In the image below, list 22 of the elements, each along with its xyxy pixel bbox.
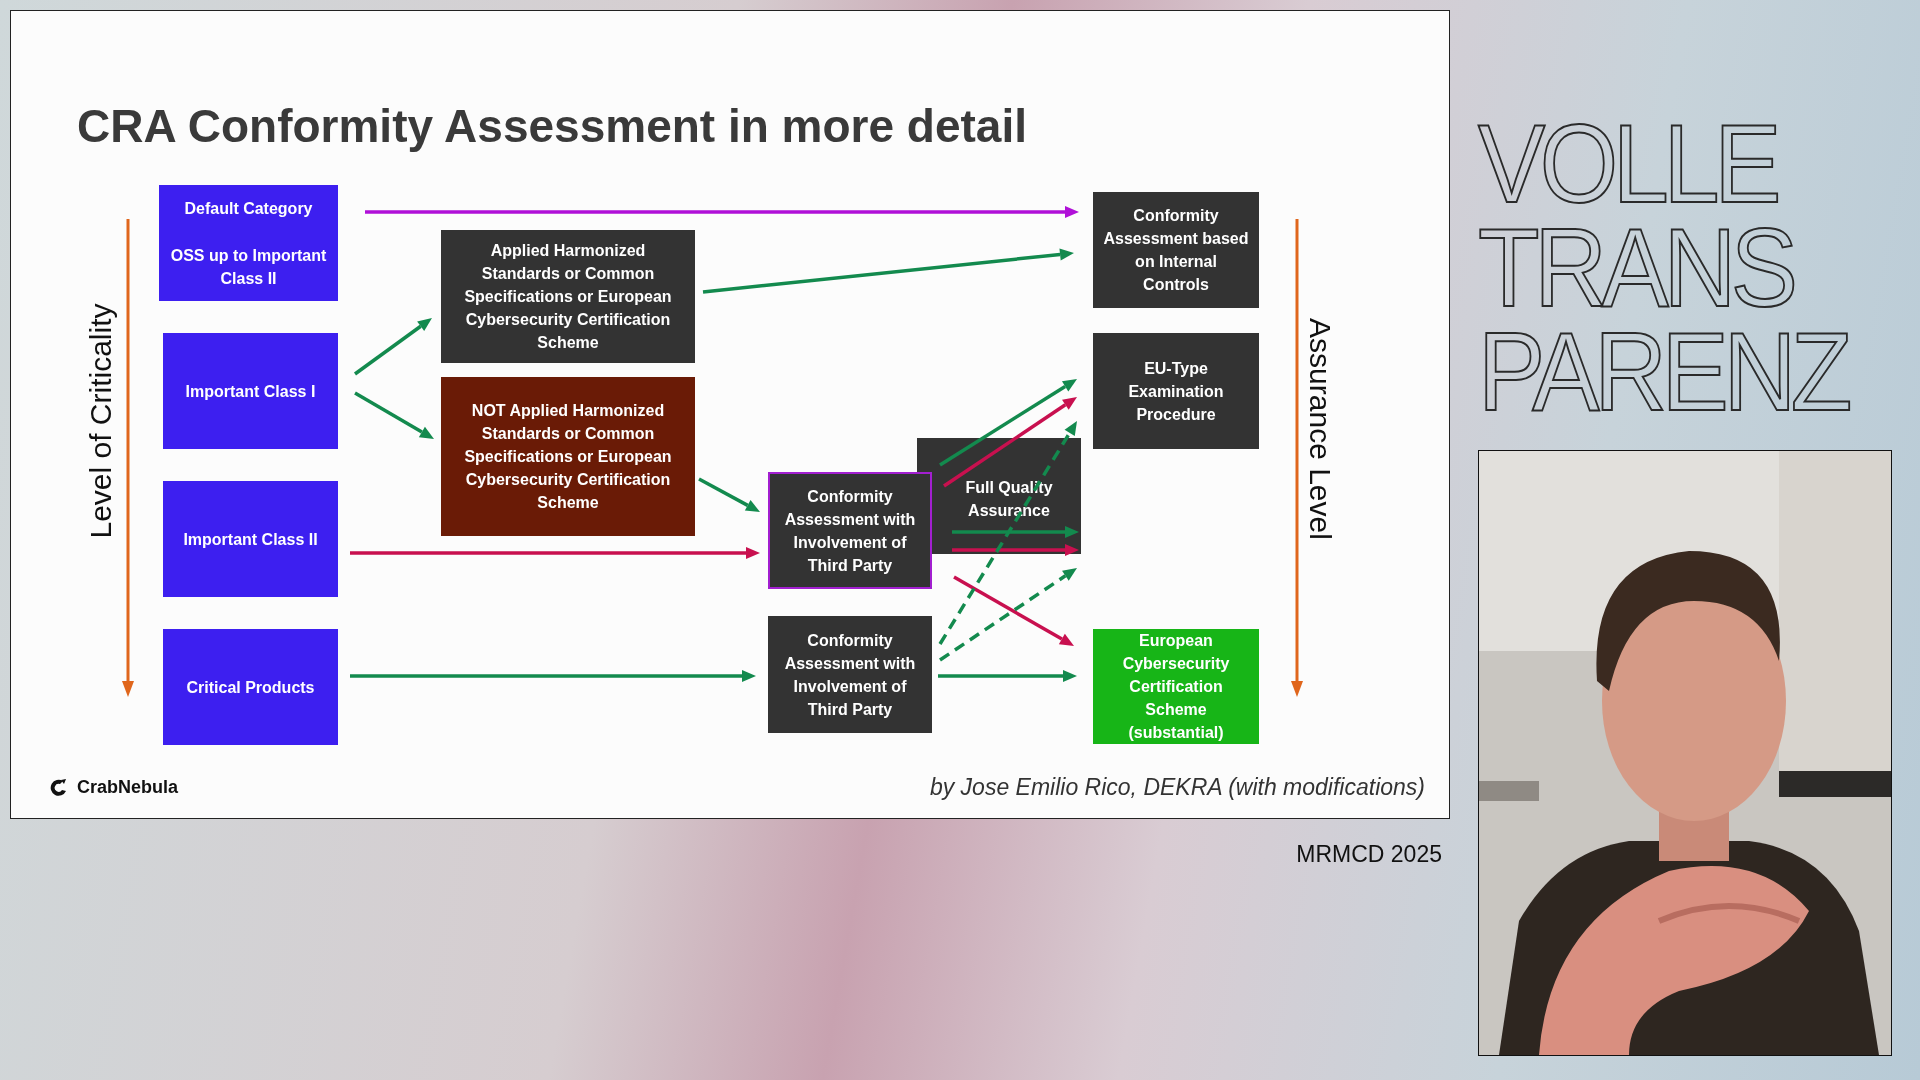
process-box: Conformity Assessment with Involvement of Third Party — [768, 472, 932, 589]
category-box: Important Class II — [163, 481, 338, 597]
axis-label: Level of Criticality — [84, 303, 118, 539]
slide-title: CRA Conformity Assessment in more detail — [77, 99, 1028, 154]
arrow — [698, 477, 760, 512]
certification-box: European Cybersecurity Certification Scheme (substantial) — [1093, 629, 1259, 744]
logo-icon — [49, 777, 69, 798]
logo-text: CrabNebula — [77, 777, 179, 798]
event-label: MRMCD 2025 — [1296, 841, 1442, 868]
process-box: Conformity Assessment with Involvement of Third Party — [768, 616, 932, 733]
category-box: Default Category OSS up to Important Class II — [159, 185, 338, 301]
process-box: EU-Type Examination Procedure — [1093, 333, 1259, 449]
process-box: Applied Harmonized Standards or Common Specifications or European Cybersecurity Certification Scheme — [441, 230, 695, 363]
process-box: NOT Applied Harmonized Standards or Common Specifications or European Cybersecurity Certification Scheme — [441, 377, 695, 536]
brand-title: TRANS — [1478, 216, 1796, 320]
credit-text: by Jose Emilio Rico, DEKRA (with modifications) — [929, 774, 1425, 801]
axis-label: Assurance Level — [1303, 318, 1337, 540]
category-box: Critical Products — [163, 629, 338, 745]
brand-title: PARENZ — [1478, 320, 1850, 424]
brand-title: VOLLE — [1478, 112, 1779, 216]
process-box: Conformity Assessment based on Internal Controls — [1093, 192, 1259, 308]
category-box: Important Class I — [163, 333, 338, 449]
